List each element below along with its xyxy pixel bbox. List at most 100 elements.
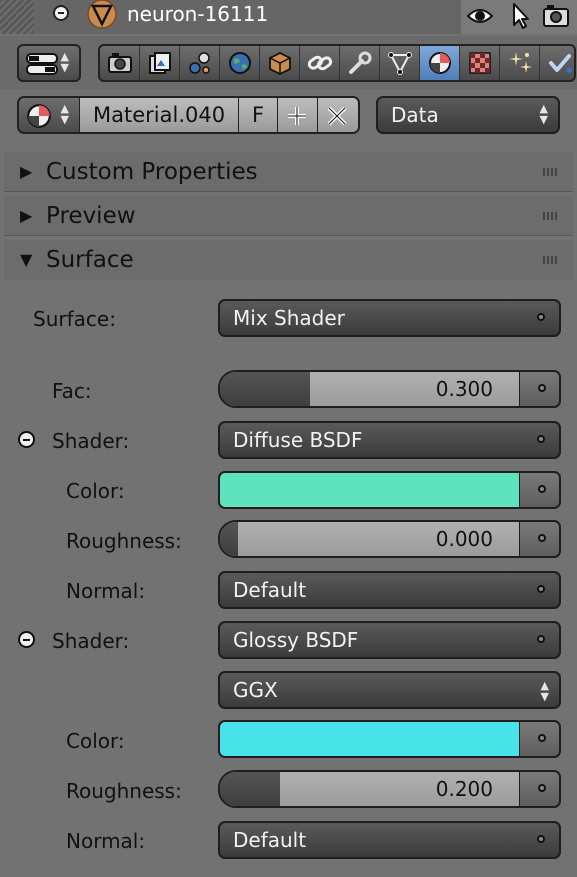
- shader2-roughness-socket-button[interactable]: [520, 770, 561, 808]
- distribution-value: GGX: [233, 678, 278, 702]
- panel-preview[interactable]: ▶ Preview: [4, 196, 573, 236]
- fac-value: 0.300: [435, 377, 493, 401]
- material-link-value: Data: [391, 103, 439, 127]
- texture-icon: [468, 52, 491, 74]
- shader1-color-label: Color:: [66, 479, 125, 503]
- material-name-field[interactable]: Material.040: [80, 96, 240, 134]
- object-icon: [268, 51, 291, 76]
- shader1-normal-dropdown[interactable]: Default: [218, 571, 561, 609]
- socket-icon: [537, 635, 545, 643]
- socket-icon: [538, 534, 546, 542]
- slider-fill: [220, 772, 280, 806]
- remove-link-icon[interactable]: [18, 431, 35, 448]
- drag-grip-icon[interactable]: [543, 256, 559, 264]
- panel-title: Preview: [46, 203, 136, 229]
- socket-icon: [538, 784, 546, 792]
- shader2-roughness-slider[interactable]: 0.200: [218, 770, 521, 808]
- shader2-roughness-label: Roughness:: [66, 779, 182, 803]
- panel-title: Surface: [46, 247, 134, 273]
- shader2-normal-value: Default: [233, 828, 307, 852]
- render-layers-icon: [148, 52, 171, 74]
- unlink-material-button[interactable]: [318, 96, 360, 134]
- panel-custom-properties[interactable]: ▶ Custom Properties: [4, 152, 573, 192]
- fac-slider[interactable]: 0.300: [218, 370, 521, 408]
- world-tab[interactable]: [220, 46, 260, 80]
- expand-arrow-icon: ▶: [20, 162, 33, 181]
- material-icon: [27, 104, 51, 128]
- fake-user-button[interactable]: F: [239, 96, 279, 134]
- socket-icon: [537, 313, 545, 321]
- socket-icon: [538, 384, 546, 392]
- updown-arrows-icon: ▲ ▼: [60, 102, 69, 126]
- shader2-normal-dropdown[interactable]: Default: [218, 821, 561, 859]
- particles-tab[interactable]: [500, 46, 540, 80]
- drag-grip-icon[interactable]: [543, 212, 559, 220]
- shader1-roughness-label: Roughness:: [66, 529, 182, 553]
- shader2-normal-label: Normal:: [66, 829, 146, 853]
- collapse-toggle-icon[interactable]: [53, 5, 69, 21]
- render-layers-tab[interactable]: [140, 46, 180, 80]
- slider-fill: [220, 522, 238, 556]
- material-link-dropdown[interactable]: Data ▲ ▼: [376, 96, 560, 134]
- scene-icon: [188, 52, 210, 74]
- drag-grip-icon[interactable]: [543, 168, 559, 176]
- shader1-color-socket-button[interactable]: [520, 471, 561, 509]
- editor-type-button[interactable]: ▲ ▼: [17, 44, 81, 82]
- shader2-dropdown[interactable]: Glossy BSDF: [218, 621, 561, 659]
- shader2-color-swatch[interactable]: [218, 720, 521, 758]
- expand-arrow-icon: ▶: [20, 206, 33, 225]
- physics-tab[interactable]: [540, 46, 574, 80]
- shader1-dropdown[interactable]: Diffuse BSDF: [218, 421, 561, 459]
- shader1-roughness-socket-button[interactable]: [520, 520, 561, 558]
- data-tab[interactable]: [380, 46, 420, 80]
- modifiers-icon: [348, 51, 371, 74]
- modifiers-tab[interactable]: [340, 46, 380, 80]
- updown-arrows-icon: ▲ ▼: [539, 102, 548, 126]
- render-tab[interactable]: [100, 46, 140, 80]
- surface-shader-dropdown[interactable]: Mix Shader: [218, 299, 561, 337]
- plus-icon: [288, 107, 306, 125]
- shader1-roughness-value: 0.000: [435, 527, 493, 551]
- shader1-value: Diffuse BSDF: [233, 428, 363, 452]
- updown-arrows-icon: ▲ ▼: [540, 679, 549, 703]
- slider-fill: [220, 372, 310, 406]
- texture-tab[interactable]: [460, 46, 500, 80]
- distribution-dropdown[interactable]: GGX ▲ ▼: [218, 671, 561, 709]
- surface-shader-value: Mix Shader: [233, 306, 345, 330]
- fac-socket-button[interactable]: [520, 370, 561, 408]
- region-corner-hatch[interactable]: [0, 0, 34, 34]
- material-tab[interactable]: [420, 46, 460, 80]
- socket-icon: [538, 485, 546, 493]
- socket-icon: [537, 585, 545, 593]
- particles-icon: [508, 52, 532, 73]
- material-browse-button[interactable]: ▲ ▼: [17, 96, 81, 134]
- updown-arrows-icon: ▲ ▼: [60, 50, 69, 74]
- shader2-roughness-value: 0.200: [435, 777, 493, 801]
- mesh-object-icon[interactable]: [86, 0, 118, 30]
- shader2-value: Glossy BSDF: [233, 628, 359, 652]
- object-name[interactable]: neuron-16111: [127, 1, 268, 27]
- shader2-color-socket-button[interactable]: [520, 720, 561, 758]
- fac-label: Fac:: [52, 379, 92, 403]
- render-icon: [107, 53, 132, 73]
- shader1-normal-value: Default: [233, 578, 307, 602]
- constraints-icon: [307, 55, 332, 71]
- camera-icon[interactable]: [541, 1, 571, 31]
- socket-icon: [537, 435, 545, 443]
- data-icon: [387, 52, 412, 75]
- collapse-arrow-icon: ▼: [20, 250, 33, 269]
- shader1-label: Shader:: [52, 429, 130, 453]
- socket-icon: [537, 835, 545, 843]
- panel-surface[interactable]: ▼ Surface: [4, 240, 573, 280]
- shader1-roughness-slider[interactable]: 0.000: [218, 520, 521, 558]
- object-tab[interactable]: [260, 46, 300, 80]
- scene-tab[interactable]: [180, 46, 220, 80]
- shader1-normal-label: Normal:: [66, 579, 146, 603]
- shader1-color-swatch[interactable]: [218, 471, 521, 509]
- cursor-icon[interactable]: [505, 1, 535, 31]
- constraints-tab[interactable]: [300, 46, 340, 80]
- eye-icon[interactable]: [465, 1, 495, 31]
- world-icon: [228, 52, 251, 74]
- remove-link-icon[interactable]: [18, 631, 35, 648]
- new-material-button[interactable]: [278, 96, 319, 134]
